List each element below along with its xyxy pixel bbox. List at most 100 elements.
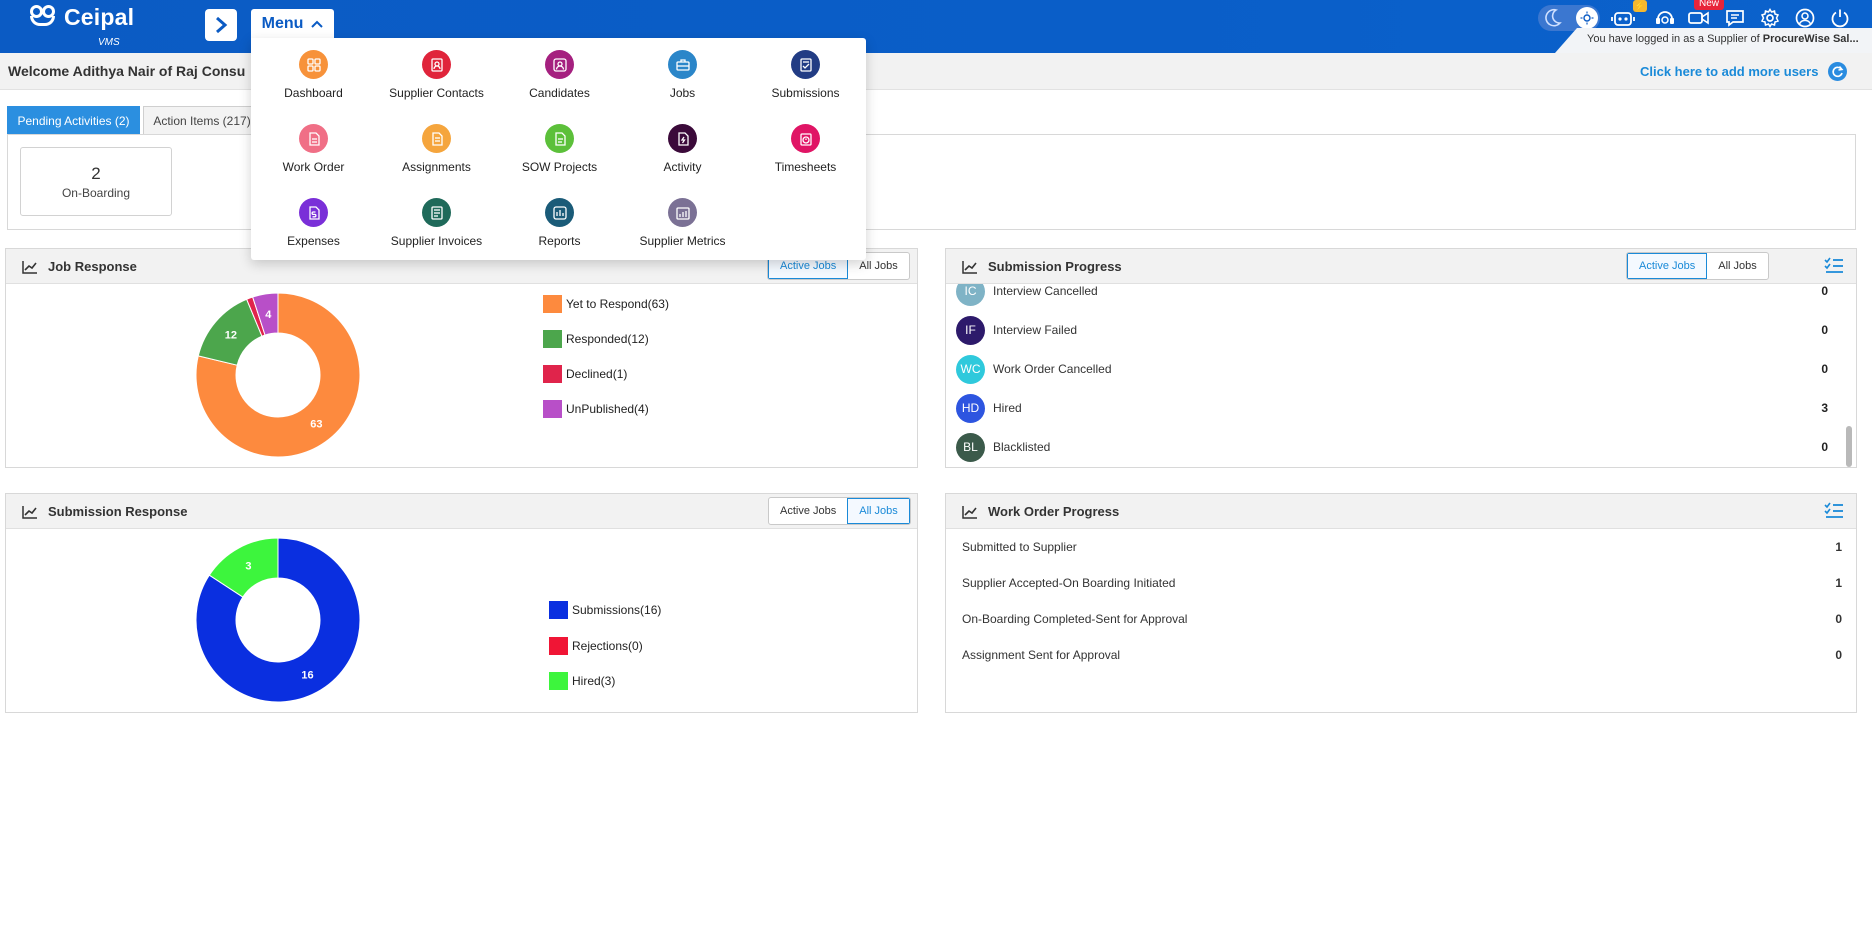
refresh-icon[interactable]	[1828, 62, 1848, 81]
power-icon[interactable]	[1827, 6, 1853, 30]
legend-rejections[interactable]: Rejections(0)	[549, 637, 643, 655]
job-response-donut-chart: 63 12 4	[195, 292, 361, 458]
menu-item-work-order[interactable]: Work Order	[252, 124, 375, 174]
row-label: Work Order Cancelled	[993, 362, 1112, 376]
job-response-title: Job Response	[22, 259, 137, 274]
legend-swatch	[549, 637, 568, 655]
sun-icon	[1576, 7, 1598, 29]
menu-item-supplier-metrics[interactable]: Supplier Metrics	[621, 198, 744, 248]
menu-item-submissions[interactable]: Submissions	[744, 50, 867, 100]
row-count: 0	[1821, 440, 1828, 454]
donut-value-label: 12	[225, 330, 237, 342]
legend-submissions[interactable]: Submissions(16)	[549, 601, 661, 619]
legend-swatch	[543, 295, 562, 313]
chat-icon[interactable]	[1722, 6, 1748, 30]
menu-item-label: Expenses	[287, 234, 340, 248]
menu-item-timesheets[interactable]: Timesheets	[744, 124, 867, 174]
menu-item-supplier-contacts[interactable]: Supplier Contacts	[375, 50, 498, 100]
bolt-badge-icon: ⚡	[1633, 0, 1647, 12]
menu-item-reports[interactable]: Reports	[498, 198, 621, 248]
theme-toggle[interactable]	[1538, 5, 1600, 31]
progress-row-blacklisted[interactable]: BL Blacklisted 0	[956, 429, 1828, 465]
legend-yet-to-respond[interactable]: Yet to Respond(63)	[543, 295, 669, 313]
tab-action-items[interactable]: Action Items (217)	[143, 106, 261, 134]
progress-row-interview-failed[interactable]: IF Interview Failed 0	[956, 312, 1828, 348]
legend-label: UnPublished(4)	[566, 402, 649, 416]
ceipal-logo-icon	[28, 4, 58, 31]
legend-unpublished[interactable]: UnPublished(4)	[543, 400, 649, 418]
donut-value-label: 4	[265, 309, 272, 321]
progress-row-work-order-cancelled[interactable]: WC Work Order Cancelled 0	[956, 351, 1828, 387]
invoices-icon	[422, 198, 451, 227]
mega-menu: Dashboard Supplier Contacts Candidates J…	[251, 38, 866, 260]
submission-progress-toggle: Active Jobs All Jobs	[1626, 252, 1769, 280]
wo-row-supplier-accepted[interactable]: Supplier Accepted-On Boarding Initiated 1	[962, 576, 1842, 596]
avatar: WC	[956, 354, 985, 384]
wo-row-submitted-to-supplier[interactable]: Submitted to Supplier 1	[962, 540, 1842, 560]
menu-item-activity[interactable]: Activity	[621, 124, 744, 174]
menu-item-sow-projects[interactable]: SOW Projects	[498, 124, 621, 174]
scrollbar[interactable]	[1846, 289, 1852, 467]
submission-progress-all-jobs[interactable]: All Jobs	[1707, 253, 1768, 279]
menu-button[interactable]: Menu	[251, 9, 334, 39]
work-order-progress-title: Work Order Progress	[962, 504, 1119, 519]
legend-swatch	[543, 365, 562, 383]
welcome-text: Welcome Adithya Nair of Raj Consu	[8, 63, 246, 79]
legend-swatch	[549, 672, 568, 690]
add-users-link[interactable]: Click here to add more users	[1640, 62, 1848, 81]
list-check-icon[interactable]	[1824, 502, 1844, 520]
dashboard-icon	[299, 50, 328, 79]
submission-response-active-jobs[interactable]: Active Jobs	[769, 498, 847, 524]
submission-response-all-jobs[interactable]: All Jobs	[847, 498, 910, 524]
submission-response-title: Submission Response	[22, 504, 187, 519]
legend-label: Rejections(0)	[572, 639, 643, 653]
menu-item-label: Assignments	[402, 160, 471, 174]
wo-row-onboarding-completed[interactable]: On-Boarding Completed-Sent for Approval 0	[962, 612, 1842, 632]
menu-item-label: Supplier Invoices	[390, 234, 483, 248]
legend-swatch	[543, 330, 562, 348]
menu-item-label: Activity	[663, 160, 702, 174]
chevron-right-icon	[216, 16, 228, 34]
legend-responded[interactable]: Responded(12)	[543, 330, 649, 348]
submission-progress-panel: Submission Progress Active Jobs All Jobs…	[945, 248, 1857, 468]
menu-item-label: Dashboard	[284, 86, 343, 100]
legend-swatch	[543, 400, 562, 418]
menu-item-label: SOW Projects	[521, 160, 598, 174]
job-response-title-text: Job Response	[48, 259, 137, 274]
ceipal-logo[interactable]: Ceipal VMS	[28, 4, 134, 48]
sidebar-toggle-button[interactable]	[205, 9, 237, 41]
legend-declined[interactable]: Declined(1)	[543, 365, 627, 383]
trend-icon	[962, 505, 977, 519]
onboarding-label: On-Boarding	[61, 186, 131, 200]
work-order-progress-title-text: Work Order Progress	[988, 504, 1120, 519]
onboarding-card[interactable]: 2 On-Boarding	[20, 147, 172, 216]
support-icon[interactable]	[1652, 6, 1678, 30]
settings-icon[interactable]	[1757, 6, 1783, 30]
row-count: 0	[1821, 323, 1828, 337]
tab-pending-activities[interactable]: Pending Activities (2)	[7, 106, 140, 134]
list-check-icon[interactable]	[1824, 257, 1844, 275]
menu-item-expenses[interactable]: Expenses	[252, 198, 375, 248]
menu-item-assignments[interactable]: Assignments	[375, 124, 498, 174]
menu-item-label: Supplier Metrics	[639, 234, 726, 248]
scrollbar-thumb[interactable]	[1846, 426, 1852, 467]
menu-item-dashboard[interactable]: Dashboard	[252, 50, 375, 100]
menu-item-candidates[interactable]: Candidates	[498, 50, 621, 100]
avatar: IF	[956, 315, 985, 345]
expenses-icon	[299, 198, 328, 227]
menu-item-supplier-invoices[interactable]: Supplier Invoices	[375, 198, 498, 248]
row-count: 0	[1835, 612, 1842, 626]
candidates-icon	[545, 50, 574, 79]
timesheets-icon	[791, 124, 820, 153]
submission-progress-active-jobs[interactable]: Active Jobs	[1627, 253, 1708, 279]
legend-hired[interactable]: Hired(3)	[549, 672, 615, 690]
sow-projects-icon	[545, 124, 574, 153]
menu-item-label: Timesheets	[774, 160, 837, 174]
user-icon[interactable]	[1792, 6, 1818, 30]
contacts-icon	[422, 50, 451, 79]
wo-row-assignment-sent[interactable]: Assignment Sent for Approval 0	[962, 648, 1842, 668]
progress-row-hired[interactable]: HD Hired 3	[956, 390, 1828, 426]
submission-response-toggle: Active Jobs All Jobs	[768, 497, 911, 525]
row-label: Hired	[993, 401, 1022, 415]
menu-item-jobs[interactable]: Jobs	[621, 50, 744, 100]
